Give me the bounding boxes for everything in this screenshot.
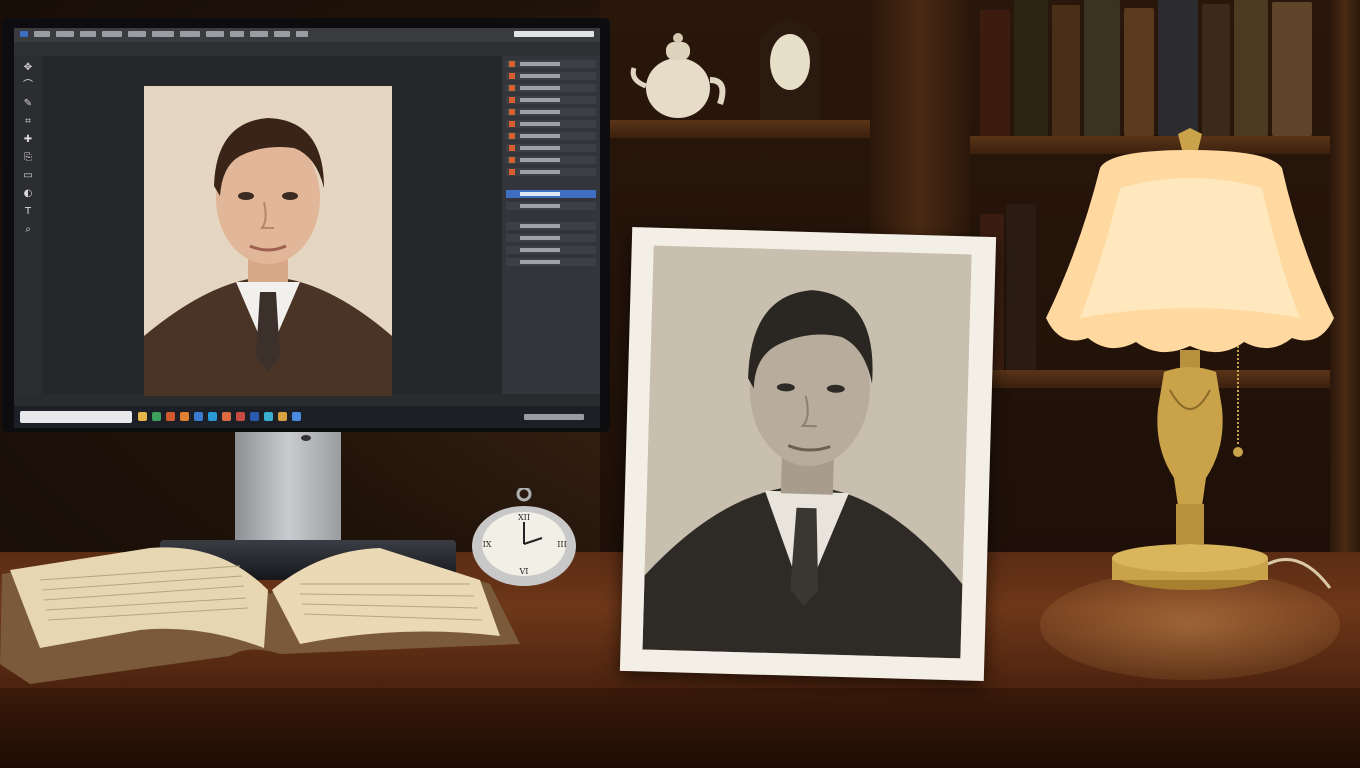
monitor-stand [235,432,341,550]
app-icon [194,412,203,421]
window-controls [514,31,594,37]
colorized-portrait [144,86,392,396]
menu-item [274,31,290,37]
crop-tool-icon: ⌗ [25,116,31,127]
menu-bar [14,28,600,42]
table-lamp [1046,128,1334,590]
app-icon [250,412,259,421]
brush-tool-icon: ✎ [23,98,33,109]
app-icon [180,412,189,421]
menu-item [56,31,74,37]
layer-row [506,96,596,104]
app-icon [278,412,287,421]
watch-numeral-9: IX [483,540,492,549]
menu-item [230,31,244,37]
book-spine [1014,0,1048,136]
book-spine [1202,4,1230,136]
mantel-clock [760,20,820,120]
pocket-watch: XII III VI IX [472,488,576,586]
layer-row [506,132,596,140]
text-tool-icon: T [24,206,32,217]
menu-item [180,31,200,37]
adjustment-row [506,202,596,210]
app-icon [264,412,273,421]
zoom-tool-icon: ⌕ [25,224,31,235]
desk-edge [0,688,1360,768]
layer-row [506,84,596,92]
lasso-tool-icon: ⌒ [23,80,33,91]
clone-tool-icon: ⎘ [24,152,32,163]
adjustment-row [506,234,596,242]
layer-row [506,120,596,128]
app-icon [138,412,147,421]
teapot [630,33,726,118]
system-tray [524,414,584,420]
layer-row [506,60,596,68]
layer-row [506,72,596,80]
app-icon [208,412,217,421]
book-spine [1272,2,1312,136]
layer-row [506,156,596,164]
selected-layer-row [506,190,596,198]
options-bar [14,42,600,57]
document-canvas [42,56,502,396]
app-icon [152,412,161,421]
app-icon [292,412,301,421]
app-icon [222,412,231,421]
layer-row [506,108,596,116]
book-spine [1124,8,1154,136]
book-spine [1052,5,1080,136]
taskbar-search [20,411,132,423]
layer-row [506,144,596,152]
open-book [0,547,520,684]
book-spine [1234,0,1268,136]
book-spine [1084,0,1120,136]
menu-item [296,31,308,37]
monitor: ✥ ⌒ ✎ ⌗ ✚ ⎘ ▭ ◐ T ⌕ [2,18,610,441]
app-icon [236,412,245,421]
menu-item [152,31,174,37]
vintage-portrait [642,245,972,659]
menu-item [34,31,50,37]
watch-numeral-12: XII [518,513,530,522]
taskbar [14,406,600,428]
watch-numeral-3: III [557,540,566,549]
layer-row [506,168,596,176]
eraser-tool-icon: ▭ [23,170,33,181]
book-spine [1158,0,1198,136]
adjustment-row [506,222,596,230]
move-tool-icon: ✥ [23,62,33,73]
menu-item [80,31,96,37]
app-icon [166,412,175,421]
menu-item [102,31,122,37]
photo-frame [619,227,997,681]
menu-item [206,31,224,37]
tools-panel: ✥ ⌒ ✎ ⌗ ✚ ⎘ ▭ ◐ T ⌕ [14,56,42,394]
book-spine [980,10,1010,136]
photo-editor-screen: ✥ ⌒ ✎ ⌗ ✚ ⎘ ▭ ◐ T ⌕ [14,28,600,428]
adjustment-row [506,246,596,254]
menu-item [128,31,146,37]
photo-scene: ✥ ⌒ ✎ ⌗ ✚ ⎘ ▭ ◐ T ⌕ XII III VI IX [0,0,1360,768]
menu-item [250,31,268,37]
dodge-tool-icon: ◐ [23,188,33,199]
app-logo-icon [20,31,28,37]
layers-panel [502,56,600,394]
monitor-logo [301,435,311,441]
adjustment-row [506,258,596,266]
watch-numeral-6: VI [519,567,529,576]
heal-tool-icon: ✚ [23,134,33,145]
